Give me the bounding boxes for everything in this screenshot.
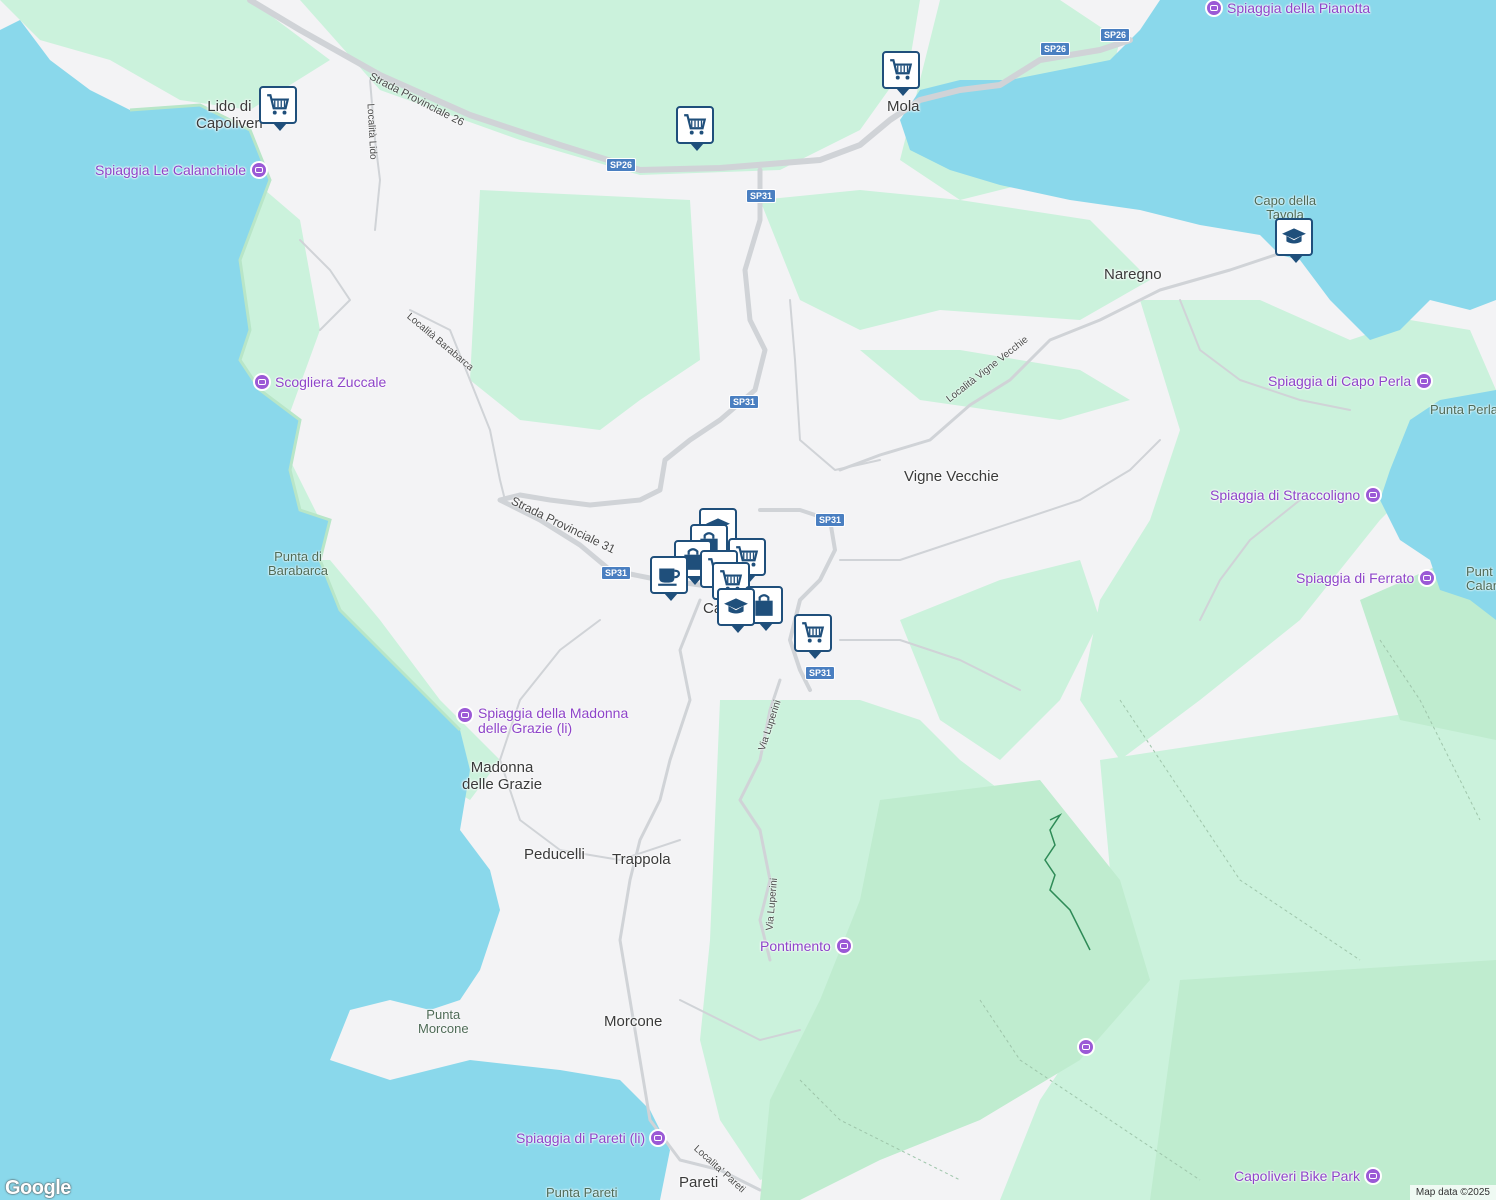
shopping-cart-icon [265,92,291,118]
school-marker[interactable] [717,588,755,633]
school-marker[interactable] [1275,218,1313,263]
graduation-cap-icon [723,594,749,620]
graduation-cap-icon [1281,224,1307,250]
shopping-cart-marker[interactable] [794,614,832,659]
coffee-marker[interactable] [650,556,688,601]
highway-shield: SP31 [729,395,760,409]
highway-shield: SP26 [1100,28,1131,42]
shopping-cart-icon [800,620,826,646]
highway-shield: SP31 [746,189,777,203]
highway-shield: SP26 [606,158,637,172]
highway-shield: SP31 [805,666,836,680]
map-attribution[interactable]: Map data ©2025 [1409,1185,1496,1200]
google-logo: Google [5,1177,71,1199]
highway-shield: SP26 [1040,42,1071,56]
shopping-cart-marker[interactable] [676,106,714,151]
highway-shield: SP31 [601,566,632,580]
highway-shield: SP31 [815,513,846,527]
coffee-cup-icon [656,562,682,588]
shopping-cart-icon [682,112,708,138]
shopping-cart-marker[interactable] [259,86,297,131]
shopping-cart-marker[interactable] [882,51,920,96]
shopping-cart-icon [888,57,914,83]
